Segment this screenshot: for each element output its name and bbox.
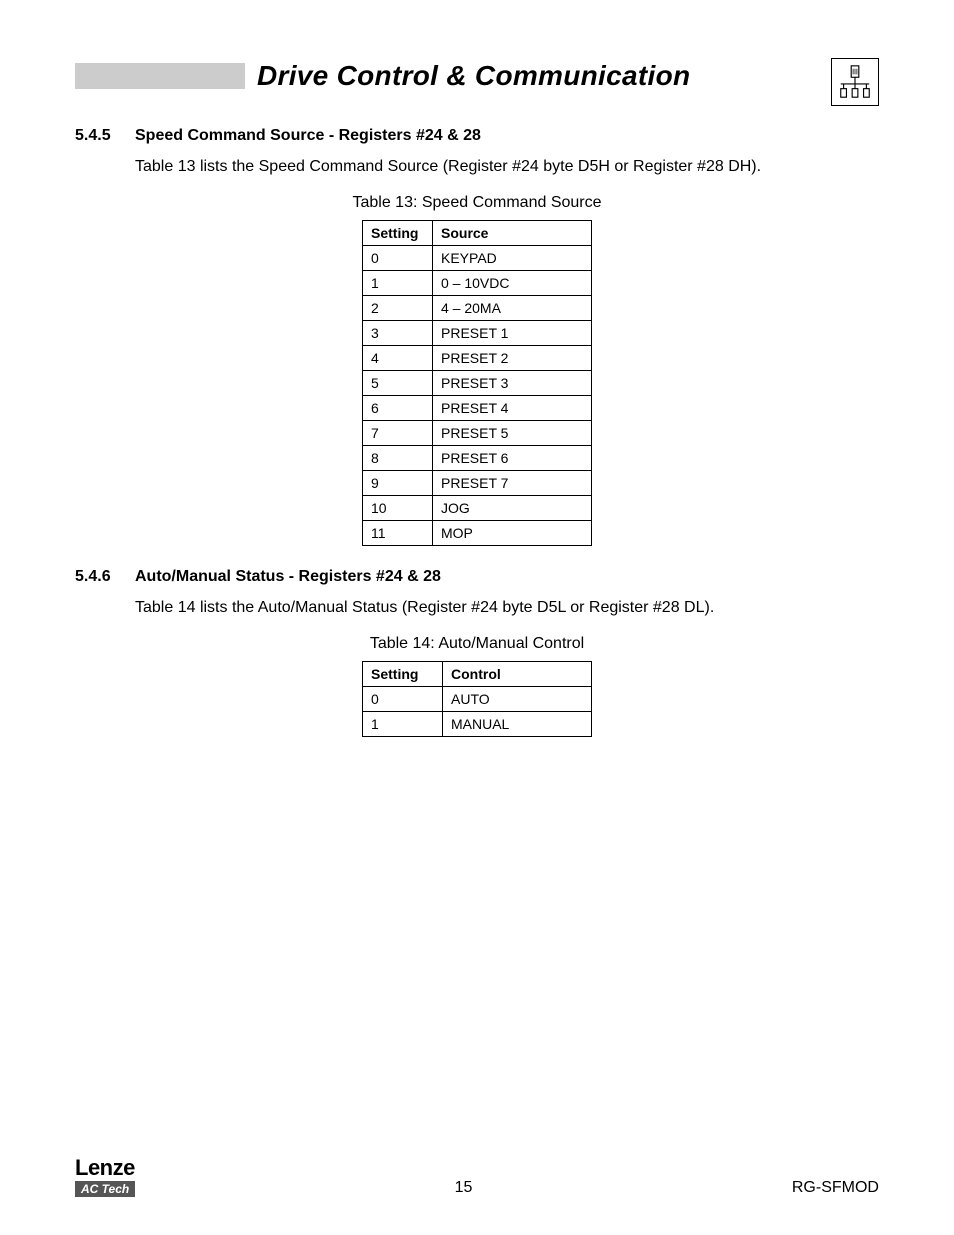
section-545-heading: 5.4.5 Speed Command Source - Registers #… — [75, 127, 879, 145]
logo-actech-text: AC Tech — [75, 1181, 135, 1197]
table-row: Setting Source — [363, 220, 592, 245]
table-row: 0AUTO — [363, 686, 592, 711]
section-number: 5.4.6 — [75, 568, 135, 586]
table-header: Control — [443, 661, 592, 686]
table-cell: PRESET 4 — [433, 395, 592, 420]
table-cell: 11 — [363, 520, 433, 545]
table13-caption: Table 13: Speed Command Source — [75, 194, 879, 212]
table-row: 1MANUAL — [363, 711, 592, 736]
table-header: Setting — [363, 661, 443, 686]
table-cell: 0 — [363, 245, 433, 270]
table-cell: KEYPAD — [433, 245, 592, 270]
logo-lenze-text: Lenze — [75, 1157, 135, 1179]
table-cell: AUTO — [443, 686, 592, 711]
header-gray-bar — [75, 63, 245, 89]
table-row: 11MOP — [363, 520, 592, 545]
table-row: 5PRESET 3 — [363, 370, 592, 395]
table-cell: PRESET 3 — [433, 370, 592, 395]
table-cell: 1 — [363, 270, 433, 295]
table-cell: 4 – 20MA — [433, 295, 592, 320]
table-header: Source — [433, 220, 592, 245]
table-cell: 7 — [363, 420, 433, 445]
table-cell: 10 — [363, 495, 433, 520]
table-row: 24 – 20MA — [363, 295, 592, 320]
table-cell: PRESET 2 — [433, 345, 592, 370]
section-546-heading: 5.4.6 Auto/Manual Status - Registers #24… — [75, 568, 879, 586]
table-row: 10 – 10VDC — [363, 270, 592, 295]
table-cell: PRESET 7 — [433, 470, 592, 495]
table13: Setting Source 0KEYPAD10 – 10VDC24 – 20M… — [362, 220, 592, 546]
table-row: 10JOG — [363, 495, 592, 520]
page-header: Drive Control & Communication — [75, 60, 879, 92]
section-545-body: Table 13 lists the Speed Command Source … — [135, 157, 879, 178]
section-title: Speed Command Source - Registers #24 & 2… — [135, 127, 481, 145]
page-number: 15 — [455, 1179, 473, 1197]
table-cell: PRESET 5 — [433, 420, 592, 445]
page-footer: Lenze AC Tech 15 RG-SFMOD — [75, 1157, 879, 1197]
table-row: 3PRESET 1 — [363, 320, 592, 345]
table-row: 7PRESET 5 — [363, 420, 592, 445]
table-cell: PRESET 6 — [433, 445, 592, 470]
doc-code: RG-SFMOD — [792, 1179, 879, 1197]
footer-logo: Lenze AC Tech — [75, 1157, 135, 1197]
table-cell: MANUAL — [443, 711, 592, 736]
table-cell: PRESET 1 — [433, 320, 592, 345]
table-cell: 3 — [363, 320, 433, 345]
table-cell: JOG — [433, 495, 592, 520]
table-cell: 0 — [363, 686, 443, 711]
table-cell: 1 — [363, 711, 443, 736]
table-cell: 2 — [363, 295, 433, 320]
table-cell: 4 — [363, 345, 433, 370]
page-title: Drive Control & Communication — [245, 60, 690, 92]
table-row: 6PRESET 4 — [363, 395, 592, 420]
section-546-body: Table 14 lists the Auto/Manual Status (R… — [135, 598, 879, 619]
table-row: 4PRESET 2 — [363, 345, 592, 370]
table-cell: 6 — [363, 395, 433, 420]
bus-network-icon — [831, 58, 879, 106]
section-title: Auto/Manual Status - Registers #24 & 28 — [135, 568, 441, 586]
table14: Setting Control 0AUTO1MANUAL — [362, 661, 592, 737]
section-number: 5.4.5 — [75, 127, 135, 145]
table-cell: 5 — [363, 370, 433, 395]
table-cell: MOP — [433, 520, 592, 545]
table-header: Setting — [363, 220, 433, 245]
table-cell: 8 — [363, 445, 433, 470]
table-cell: 9 — [363, 470, 433, 495]
table14-caption: Table 14: Auto/Manual Control — [75, 635, 879, 653]
table-row: 8PRESET 6 — [363, 445, 592, 470]
table-row: Setting Control — [363, 661, 592, 686]
table-cell: 0 – 10VDC — [433, 270, 592, 295]
table-row: 9PRESET 7 — [363, 470, 592, 495]
table-row: 0KEYPAD — [363, 245, 592, 270]
